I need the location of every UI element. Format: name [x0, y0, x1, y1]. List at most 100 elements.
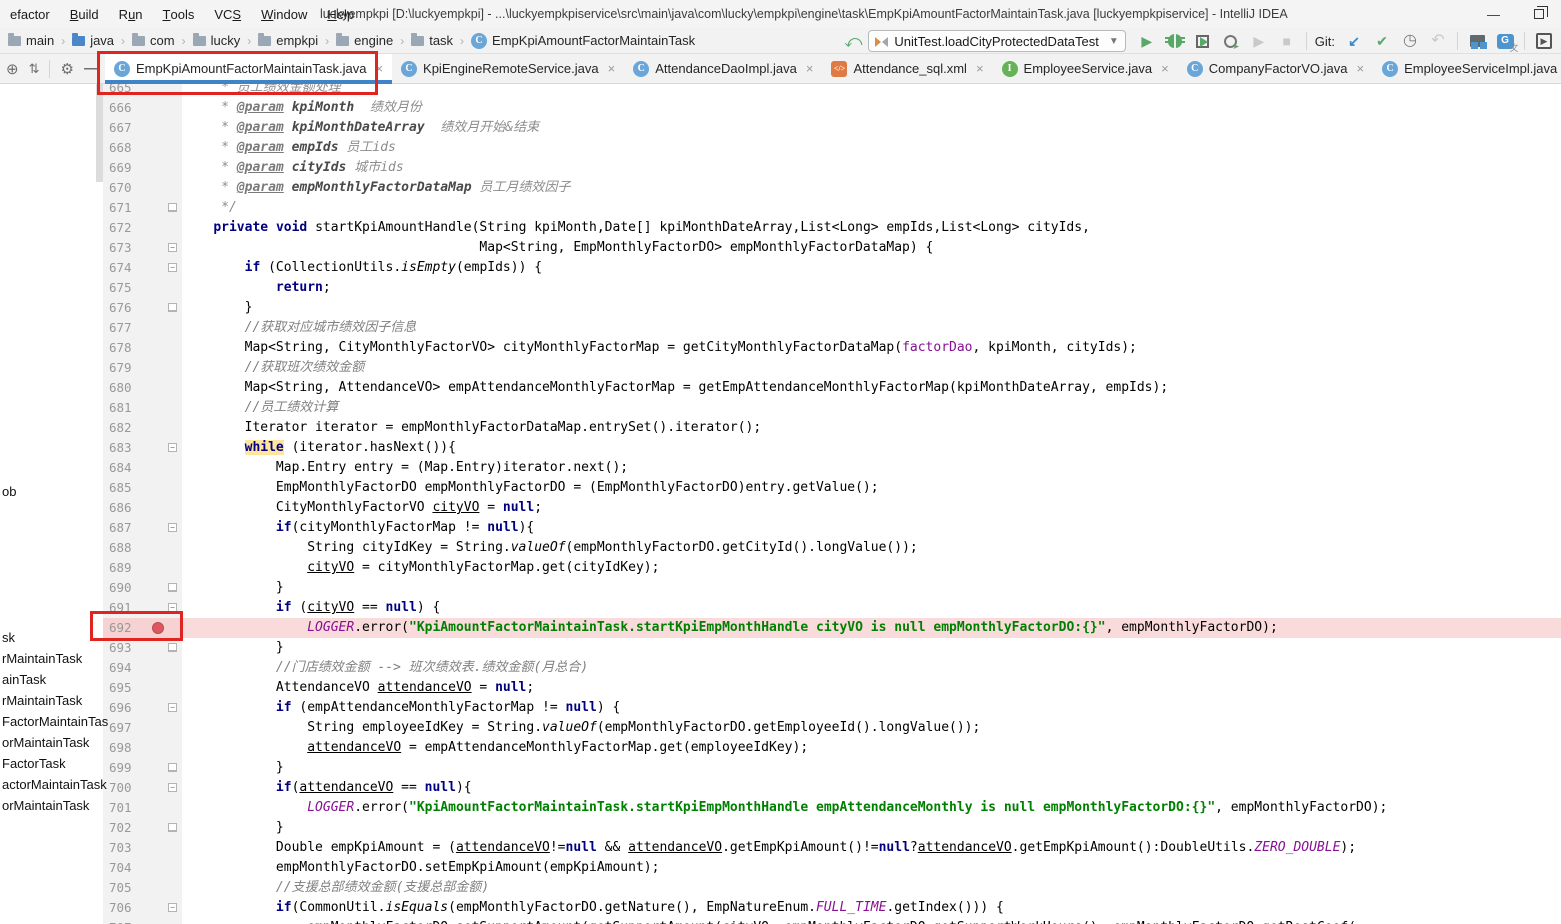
code-line-685[interactable]: 685 EmpMonthlyFactorDO empMonthlyFactorD… [103, 478, 1561, 498]
run-configuration-select[interactable]: UnitTest.loadCityProtectedDataTest ▼ [868, 30, 1126, 52]
code-line-667[interactable]: 667 * @param kpiMonthDateArray 绩效月开始&结束 [103, 118, 1561, 138]
menu-item-window[interactable]: Window [251, 0, 317, 28]
code-line-705[interactable]: 705 //支援总部绩效金额(支援总部金额) [103, 878, 1561, 898]
code-line-680[interactable]: 680 Map<String, AttendanceVO> empAttenda… [103, 378, 1561, 398]
code-line-689[interactable]: 689 cityVO = cityMonthlyFactorMap.get(ci… [103, 558, 1561, 578]
gutter-line-number[interactable]: 695 [103, 678, 182, 698]
code-line-702[interactable]: 702 } [103, 818, 1561, 838]
code-line-691[interactable]: 691− if (cityVO == null) { [103, 598, 1561, 618]
fold-marker-icon[interactable]: − [168, 603, 177, 612]
editor-tab-attendancedaoimpl-java[interactable]: C AttendanceDaoImpl.java × [624, 54, 822, 83]
navigate-back-icon[interactable]: ⤺ [840, 29, 866, 53]
left-panel-item[interactable]: actorMaintainTask [2, 777, 107, 792]
code-line-684[interactable]: 684 Map.Entry entry = (Map.Entry)iterato… [103, 458, 1561, 478]
editor-tab-kpiengineremoteservice-java[interactable]: C KpiEngineRemoteService.java × [392, 54, 624, 83]
editor-tab-employeeservice-java[interactable]: I EmployeeService.java × [993, 54, 1178, 83]
fold-marker-icon[interactable]: − [168, 703, 177, 712]
code-line-673[interactable]: 673− Map<String, EmpMonthlyFactorDO> emp… [103, 238, 1561, 258]
code-line-686[interactable]: 686 CityMonthlyFactorVO cityVO = null; [103, 498, 1561, 518]
debug-button[interactable] [1162, 29, 1188, 53]
code-line-688[interactable]: 688 String cityIdKey = String.valueOf(em… [103, 538, 1561, 558]
code-line-668[interactable]: 668 * @param empIds 员工ids [103, 138, 1561, 158]
close-icon[interactable]: × [976, 61, 984, 76]
gutter-line-number[interactable]: 675 [103, 278, 182, 298]
gutter-line-number[interactable]: 701 [103, 798, 182, 818]
gutter-line-number[interactable]: 679 [103, 358, 182, 378]
left-panel-item[interactable]: FactorMaintainTas [2, 714, 108, 729]
fold-marker-icon[interactable] [168, 203, 177, 212]
fold-marker-icon[interactable] [168, 643, 177, 652]
left-panel-item[interactable]: FactorTask [2, 756, 66, 771]
breadcrumb-item-EmpKpiAmountFactorMaintainTask[interactable]: C EmpKpiAmountFactorMaintainTask [471, 32, 695, 49]
gutter-line-number[interactable]: 672 [103, 218, 182, 238]
close-icon[interactable]: × [1161, 61, 1169, 76]
close-icon[interactable]: × [806, 61, 814, 76]
fold-marker-icon[interactable]: − [168, 903, 177, 912]
gutter-line-number[interactable]: 666 [103, 98, 182, 118]
code-line-679[interactable]: 679 //获取班次绩效金额 [103, 358, 1561, 378]
code-line-675[interactable]: 675 return; [103, 278, 1561, 298]
gutter-line-number[interactable]: 698 [103, 738, 182, 758]
code-line-687[interactable]: 687− if(cityMonthlyFactorMap != null){ [103, 518, 1561, 538]
hide-icon[interactable]: — [84, 60, 99, 77]
locate-icon[interactable]: ⊕ [6, 60, 19, 78]
gutter-line-number[interactable]: 671 [103, 198, 182, 218]
breadcrumb-item-lucky[interactable]: lucky [192, 32, 240, 48]
gutter-line-number[interactable]: 706− [103, 898, 182, 918]
fold-marker-icon[interactable]: − [168, 783, 177, 792]
gutter-line-number[interactable]: 677 [103, 318, 182, 338]
gutter-line-number[interactable]: 683− [103, 438, 182, 458]
menu-item-run[interactable]: Run [109, 0, 153, 28]
code-line-682[interactable]: 682 Iterator iterator = empMonthlyFactor… [103, 418, 1561, 438]
project-structure-button[interactable] [1464, 29, 1490, 53]
left-panel-item[interactable]: ainTask [2, 672, 46, 687]
gutter-line-number[interactable]: 696− [103, 698, 182, 718]
code-line-683[interactable]: 683− while (iterator.hasNext()){ [103, 438, 1561, 458]
code-line-669[interactable]: 669 * @param cityIds 城市ids [103, 158, 1561, 178]
code-line-707[interactable]: 707 empMonthlyFactorDO.setSupportAmount(… [103, 918, 1561, 924]
breadcrumb-item-main[interactable]: main [8, 32, 54, 48]
fold-marker-icon[interactable]: − [168, 243, 177, 252]
code-line-703[interactable]: 703 Double empKpiAmount = (attendanceVO!… [103, 838, 1561, 858]
menu-item-efactor[interactable]: efactor [0, 0, 60, 28]
left-panel-scrollbar[interactable] [96, 84, 103, 182]
left-panel-item[interactable]: sk [2, 630, 15, 645]
run-button[interactable]: ▶ [1134, 29, 1160, 53]
code-line-690[interactable]: 690 } [103, 578, 1561, 598]
code-line-698[interactable]: 698 attendanceVO = empAttendanceMonthlyF… [103, 738, 1561, 758]
gutter-line-number[interactable]: 685 [103, 478, 182, 498]
gutter-line-number[interactable]: 694 [103, 658, 182, 678]
gutter-line-number[interactable]: 665 [103, 84, 182, 98]
run-with-coverage-button[interactable] [1190, 29, 1216, 53]
menu-item-vcs[interactable]: VC S [204, 0, 251, 28]
gear-icon[interactable]: ⚙ [60, 60, 73, 78]
code-line-671[interactable]: 671 */ [103, 198, 1561, 218]
code-line-665[interactable]: 665 * 员工绩效金额处理 [103, 84, 1561, 98]
code-line-676[interactable]: 676 } [103, 298, 1561, 318]
close-icon[interactable]: × [608, 61, 616, 76]
gutter-line-number[interactable]: 670 [103, 178, 182, 198]
code-line-700[interactable]: 700− if(attendanceVO == null){ [103, 778, 1561, 798]
fold-marker-icon[interactable] [168, 303, 177, 312]
breadcrumb-item-com[interactable]: com [132, 32, 175, 48]
editor-tab-empkpiamountfactormaintaintask-java[interactable]: C EmpKpiAmountFactorMaintainTask.java × [104, 54, 393, 84]
gutter-line-number[interactable]: 678 [103, 338, 182, 358]
git-update-button[interactable]: ↙ [1341, 29, 1367, 53]
left-panel-item[interactable]: orMaintainTask [2, 798, 89, 813]
gutter-line-number[interactable]: 667 [103, 118, 182, 138]
left-panel-item[interactable]: orMaintainTask [2, 735, 89, 750]
git-commit-button[interactable]: ✔ [1369, 29, 1395, 53]
gutter-line-number[interactable]: 680 [103, 378, 182, 398]
run-anything-button[interactable]: ▶ [1531, 29, 1557, 53]
gutter-line-number[interactable]: 702 [103, 818, 182, 838]
gutter-line-number[interactable]: 682 [103, 418, 182, 438]
code-line-672[interactable]: 672 private void startKpiAmountHandle(St… [103, 218, 1561, 238]
left-panel-item[interactable]: rMaintainTask [2, 693, 82, 708]
code-line-699[interactable]: 699 } [103, 758, 1561, 778]
git-history-button[interactable]: ◷ [1397, 29, 1423, 53]
gutter-line-number[interactable]: 669 [103, 158, 182, 178]
gutter-line-number[interactable]: 691− [103, 598, 182, 618]
code-line-678[interactable]: 678 Map<String, CityMonthlyFactorVO> cit… [103, 338, 1561, 358]
code-line-666[interactable]: 666 * @param kpiMonth 绩效月份 [103, 98, 1561, 118]
gutter-line-number[interactable]: 687− [103, 518, 182, 538]
